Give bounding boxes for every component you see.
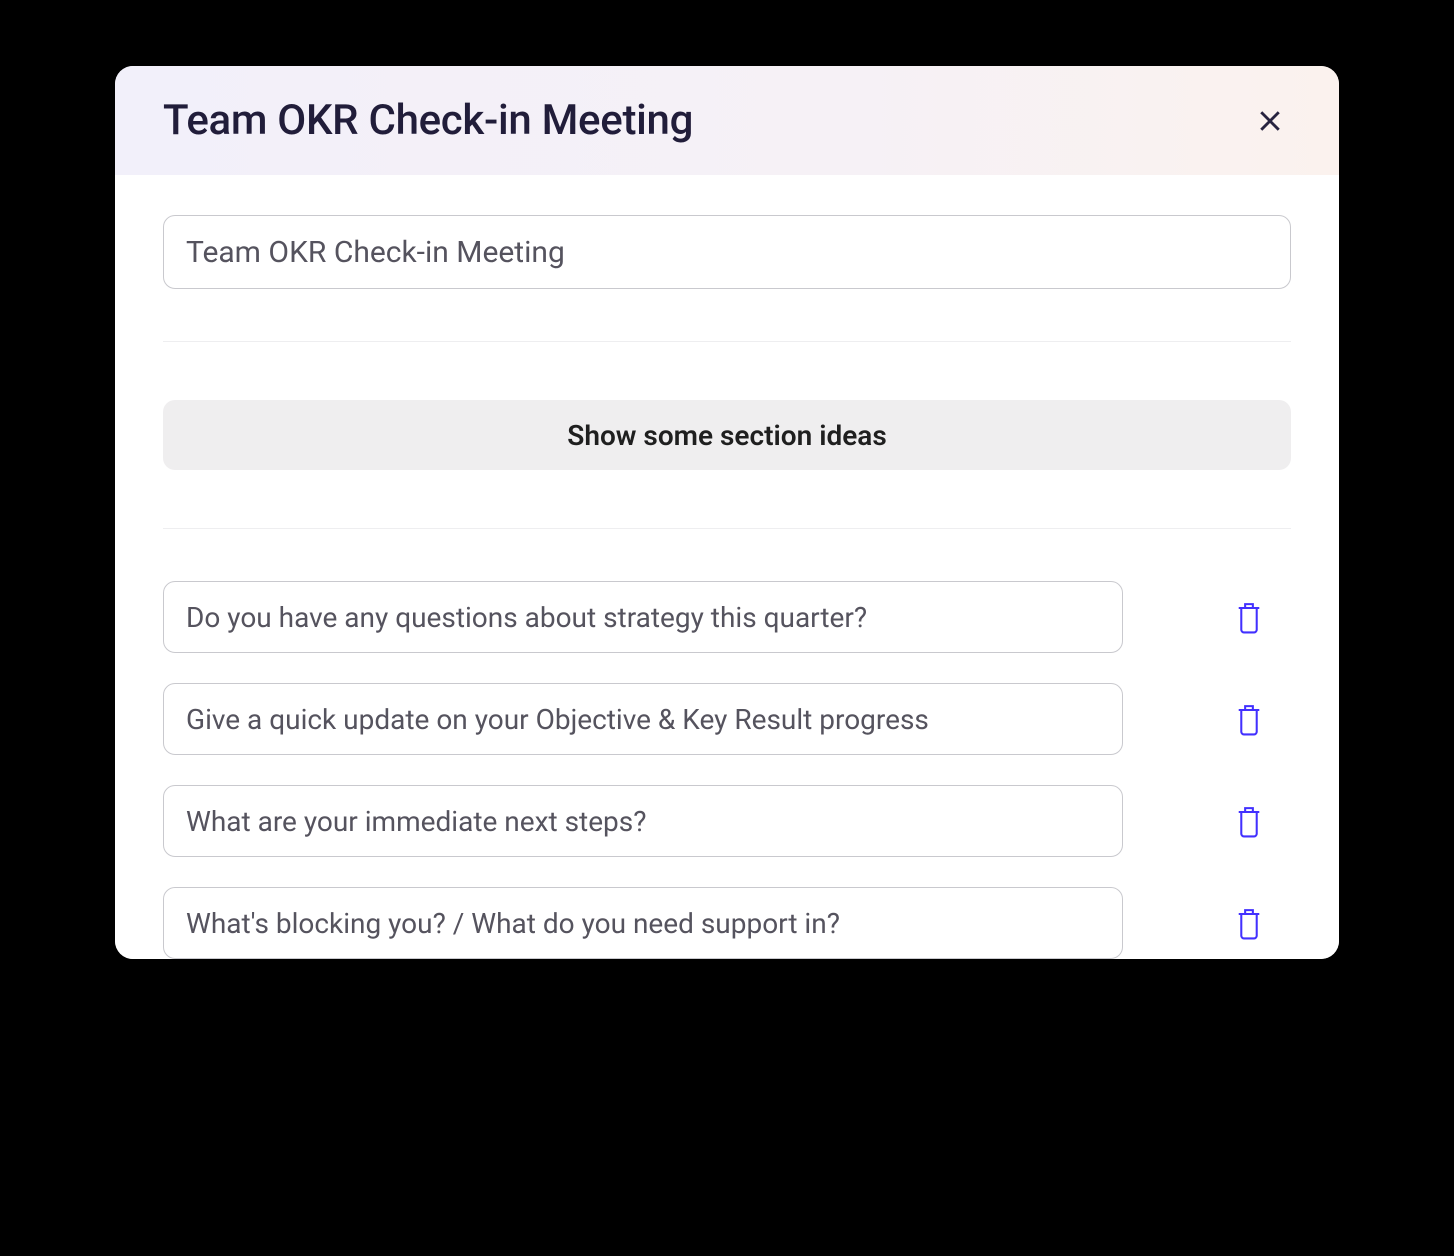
question-input[interactable] (163, 887, 1123, 959)
delete-question-button[interactable] (1227, 899, 1271, 947)
modal-title: Team OKR Check-in Meeting (163, 96, 693, 145)
close-button[interactable] (1249, 100, 1291, 142)
modal-header: Team OKR Check-in Meeting (115, 66, 1339, 175)
trash-icon (1233, 599, 1265, 635)
trash-icon (1233, 701, 1265, 737)
trash-icon (1233, 803, 1265, 839)
modal-body: Show some section ideas (115, 175, 1339, 959)
show-section-ideas-button[interactable]: Show some section ideas (163, 400, 1291, 470)
section-ideas-wrap: Show some section ideas (163, 342, 1291, 470)
question-row (163, 887, 1291, 959)
trash-icon (1233, 905, 1265, 941)
question-row (163, 581, 1291, 653)
delete-question-button[interactable] (1227, 695, 1271, 743)
question-input[interactable] (163, 785, 1123, 857)
question-row (163, 683, 1291, 755)
question-input[interactable] (163, 683, 1123, 755)
delete-question-button[interactable] (1227, 797, 1271, 845)
questions-list (163, 529, 1291, 959)
question-row (163, 785, 1291, 857)
question-input[interactable] (163, 581, 1123, 653)
close-icon (1255, 106, 1285, 136)
meeting-title-input[interactable] (163, 215, 1291, 289)
meeting-template-modal: Team OKR Check-in Meeting Show some sect… (115, 66, 1339, 959)
delete-question-button[interactable] (1227, 593, 1271, 641)
